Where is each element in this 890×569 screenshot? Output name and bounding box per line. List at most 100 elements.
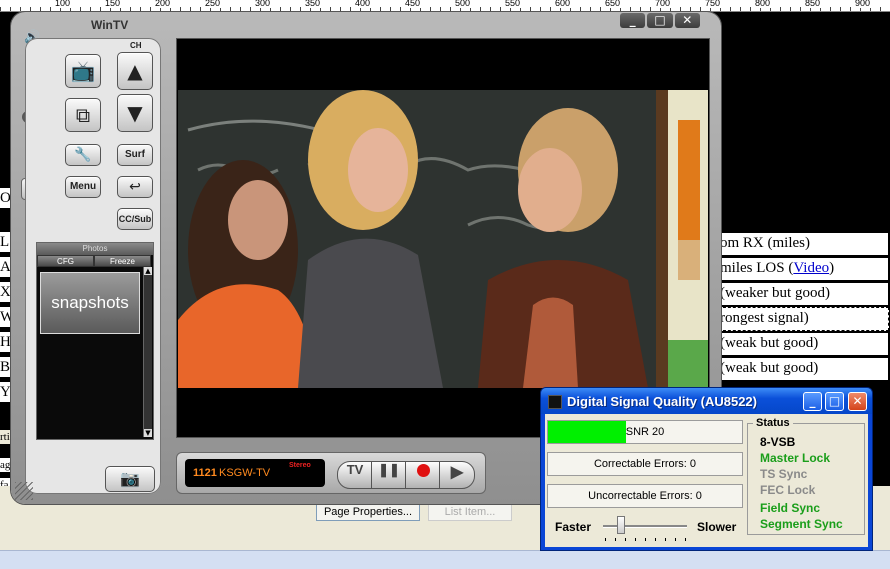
channel-name: KSGW-TV [219, 467, 271, 479]
surf-button[interactable]: Surf [117, 144, 153, 166]
close-button[interactable]: ✕ [674, 13, 700, 28]
window-size-button[interactable]: ⧉ [65, 98, 101, 132]
ruler-tick: 500 [454, 0, 472, 8]
maximize-icon: □ [828, 394, 841, 408]
minimize-button[interactable]: _ [620, 13, 646, 28]
ruler-tick: 150 [104, 0, 122, 8]
back-arrow-icon: ↩ [129, 179, 141, 195]
arrow-up-icon: ▲ [127, 59, 143, 83]
ruler-tick: 750 [704, 0, 722, 8]
signal-quality-window: Digital Signal Quality (AU8522) _ □ ✕ SN… [540, 387, 873, 551]
wrench-icon: 🔧 [74, 147, 92, 163]
camera-icon: 📷 [120, 469, 140, 488]
minimize-icon: _ [809, 394, 816, 408]
pause-icon: ❚❚ [378, 462, 400, 477]
wintv-title: WinTV [91, 18, 129, 32]
table-cell: (weaker but good) [718, 282, 889, 306]
video-link[interactable]: Video [793, 260, 829, 276]
signal-quality-body: SNR 20 Correctable Errors: 0 Uncorrectab… [545, 414, 868, 547]
record-icon [416, 464, 430, 478]
ruler-tick: 100 [54, 0, 72, 8]
ruler-tick: 400 [354, 0, 372, 8]
audio-mode: Stereo [289, 462, 311, 469]
ruler-tick: 650 [604, 0, 622, 8]
status-strip [0, 550, 890, 569]
status-field-sync: Field Sync [760, 501, 821, 515]
maximize-button[interactable]: □ [647, 13, 673, 28]
ruler-tick: 900 [854, 0, 872, 8]
tv-button[interactable]: 📺 [65, 54, 101, 88]
snr-meter: SNR 20 [547, 420, 743, 444]
close-icon: ✕ [852, 394, 863, 408]
status-8vsb: 8-VSB [760, 435, 796, 449]
snapshots-scrollbar[interactable]: ▲ ▼ [143, 267, 152, 437]
tv-mode-button[interactable]: TV [337, 461, 373, 489]
channel-display: 1121 KSGW-TV Stereo [185, 459, 325, 487]
ruler-tick: 450 [404, 0, 422, 8]
back-button[interactable]: ↩ [117, 176, 153, 198]
list-item-button[interactable]: List Item... [428, 503, 512, 521]
ruler-tick: 550 [504, 0, 522, 8]
tab-photos[interactable]: Photos [37, 243, 153, 255]
update-speed-track [603, 525, 687, 528]
signal-quality-titlebar: Digital Signal Quality (AU8522) _ □ ✕ [541, 388, 872, 414]
tab-freeze[interactable]: Freeze [94, 255, 151, 267]
slider-ticks [605, 538, 687, 541]
table-cell: miles LOS (Video) [718, 257, 889, 281]
ruler-tick: 350 [304, 0, 322, 8]
snr-label: SNR 20 [625, 426, 665, 438]
faster-label: Faster [555, 520, 592, 534]
status-title: Status [753, 417, 793, 429]
menu-button[interactable]: Menu [65, 176, 101, 198]
table-cell: om RX (miles) [718, 232, 889, 256]
settings-button[interactable]: 🔧 [65, 144, 101, 166]
maximize-button[interactable]: □ [825, 392, 844, 411]
status-ts-sync: TS Sync [760, 467, 808, 481]
snapshot-thumbnail[interactable]: snapshots [40, 272, 140, 334]
ruler-tick: 600 [554, 0, 572, 8]
snapshot-camera-button[interactable]: 📷 [105, 466, 155, 492]
uncorrectable-errors: Uncorrectable Errors: 0 [547, 484, 743, 508]
wintv-window-controls: _ □ ✕ [620, 13, 700, 28]
page-properties-button[interactable]: Page Properties... [316, 503, 420, 521]
update-speed-slider[interactable] [617, 516, 625, 534]
channel-number: 1121 [193, 467, 217, 479]
table-cell: (weak but good) [718, 332, 889, 356]
record-button[interactable] [405, 461, 441, 489]
scroll-down-icon[interactable]: ▼ [144, 429, 152, 437]
signal-quality-title: Digital Signal Quality (AU8522) [567, 394, 757, 409]
cc-sub-button[interactable]: CC/Sub [117, 208, 153, 230]
table-cell: (weak but good) [718, 357, 889, 381]
channel-up-button[interactable]: ▲ [117, 52, 153, 90]
ruler: 100 150 200 250 300 350 400 450 500 550 … [0, 0, 890, 12]
tv-icon: 📺 [70, 59, 96, 83]
channel-label: CH [130, 41, 142, 50]
ruler-tick: 800 [754, 0, 772, 8]
close-button[interactable]: ✕ [848, 392, 867, 411]
status-master-lock: Master Lock [760, 451, 831, 465]
status-segment-sync: Segment Sync [760, 517, 843, 531]
video-display[interactable] [178, 90, 708, 388]
ruler-tick: 200 [154, 0, 172, 8]
play-icon: ▶ [450, 464, 464, 481]
snapshots-panel: Photos CFG Freeze snapshots ▲ ▼ [36, 242, 154, 440]
window-icon: ⧉ [75, 103, 91, 127]
tab-cfg[interactable]: CFG [37, 255, 94, 267]
play-button[interactable]: ▶ [439, 461, 475, 489]
resize-grip[interactable] [15, 482, 33, 500]
scroll-up-icon[interactable]: ▲ [144, 267, 152, 275]
pause-button[interactable]: ❚❚ [371, 461, 407, 489]
ruler-tick: 850 [804, 0, 822, 8]
ruler-tick: 250 [204, 0, 222, 8]
arrow-down-icon: ▼ [127, 101, 143, 125]
table-cell-selected: rongest signal) [718, 307, 889, 331]
slower-label: Slower [697, 520, 737, 534]
snr-meter-fill [548, 421, 626, 443]
correctable-errors: Correctable Errors: 0 [547, 452, 743, 476]
transport-bar: 1121 KSGW-TV Stereo TV ❚❚ ▶ [176, 452, 486, 494]
app-icon [548, 395, 562, 409]
ruler-tick: 300 [254, 0, 272, 8]
channel-down-button[interactable]: ▼ [117, 94, 153, 132]
ruler-tick: 700 [654, 0, 672, 8]
minimize-button[interactable]: _ [803, 392, 822, 411]
